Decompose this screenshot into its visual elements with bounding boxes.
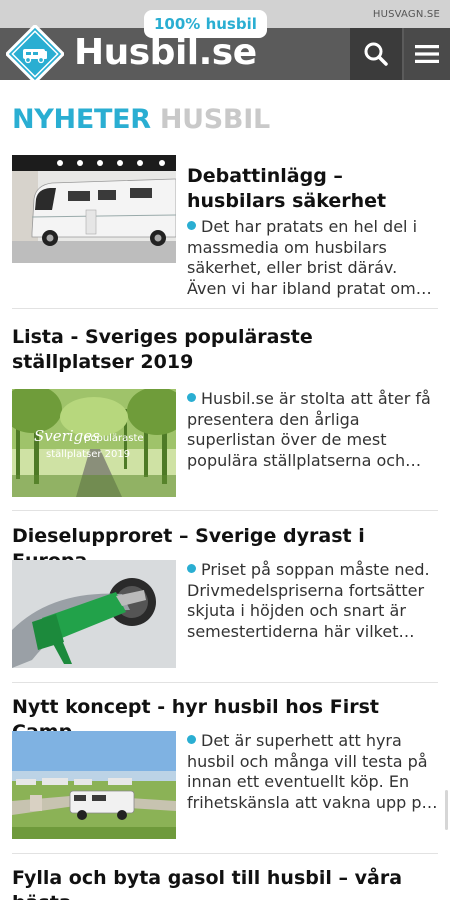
article-thumbnail-campsite[interactable] [12, 731, 176, 839]
menu-button[interactable] [404, 28, 450, 80]
article-title[interactable]: Lista - Sveriges populäraste ställplatse… [12, 325, 438, 375]
article-title[interactable]: Debattinlägg – husbilars säkerhet [187, 164, 439, 214]
section-title: NYHETER HUSBIL [12, 104, 270, 135]
logo-icon[interactable] [4, 23, 66, 85]
article-excerpt-text: Husbil.se är stolta att åter få presente… [187, 389, 431, 470]
search-icon [364, 42, 388, 66]
divider [12, 682, 438, 683]
article-thumbnail-forest-road[interactable]: Sveriges populäraste ställplatser 2019 [12, 389, 176, 497]
scrollbar[interactable] [445, 790, 448, 830]
article-excerpt-text: Det är superhett att hyra husbil och mån… [187, 731, 438, 812]
article-thumbnail-motorhome[interactable] [12, 155, 176, 263]
article-excerpt-text: Priset på soppan måste ned. Drivmedelspr… [187, 560, 430, 641]
image-text-stallplatser: ställplatser 2019 [46, 449, 131, 460]
hamburger-menu-icon [415, 45, 439, 63]
article-excerpt: Det har pratats en hel del i massmedia o… [187, 217, 439, 299]
article-thumbnail-fuel-nozzle[interactable] [12, 560, 176, 668]
bullet-dot-icon [187, 735, 196, 744]
site-header: 100% husbil Husbil.se [0, 10, 450, 85]
husvagn-site-link[interactable]: HUSVAGN.SE [373, 9, 440, 20]
divider [12, 308, 438, 309]
divider [12, 510, 438, 511]
article-excerpt-text: Det har pratats en hel del i massmedia o… [187, 217, 432, 298]
brand-title[interactable]: Husbil.se [74, 32, 257, 73]
section-title-sub: HUSBIL [159, 104, 270, 135]
article-excerpt: Det är superhett att hyra husbil och mån… [187, 731, 439, 813]
bullet-dot-icon [187, 221, 196, 230]
section-title-main: NYHETER [12, 104, 151, 135]
article-excerpt: Priset på soppan måste ned. Drivmedelspr… [187, 560, 439, 642]
bullet-dot-icon [187, 564, 196, 573]
image-text-popularaste: populäraste [84, 433, 144, 444]
search-button[interactable] [350, 28, 402, 80]
article-title[interactable]: Fylla och byta gasol till husbil – våra … [12, 866, 438, 900]
divider [12, 853, 438, 854]
bullet-dot-icon [187, 393, 196, 402]
article-excerpt: Husbil.se är stolta att åter få presente… [187, 389, 439, 471]
